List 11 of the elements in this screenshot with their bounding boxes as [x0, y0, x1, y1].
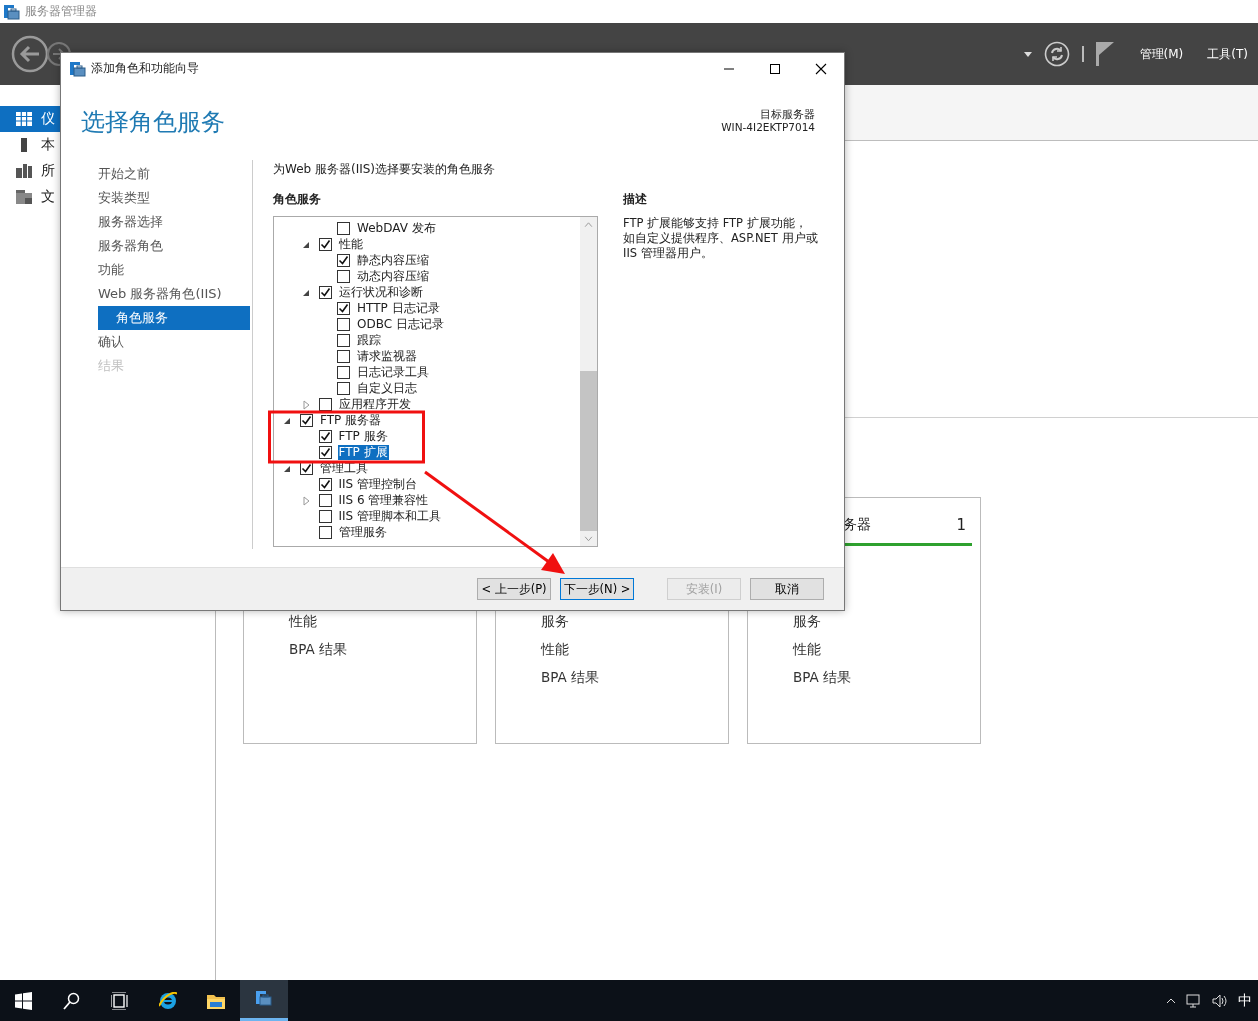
section-label: 角色服务: [273, 191, 322, 208]
target-server-name: WIN-4I2EKTP7014: [721, 121, 815, 134]
window-title: 添加角色和功能向导: [91, 60, 199, 77]
tile-count: 1: [956, 516, 966, 534]
app-title: 服务器管理器: [25, 3, 97, 20]
target-server-label: 目标服务器: [759, 108, 815, 121]
section-label: 描述: [623, 191, 648, 208]
description-text: FTP 扩展能够支持 FTP 扩展功能，如自定义提供程序、ASP.NET 用户或 IIS 管理器用户。: [623, 216, 818, 261]
tile-title: 务器: [843, 516, 871, 534]
instruction-text: 为Web 服务器(IIS)选择要安装的角色服务: [273, 161, 497, 178]
page-heading: 选择角色服务: [81, 107, 225, 138]
